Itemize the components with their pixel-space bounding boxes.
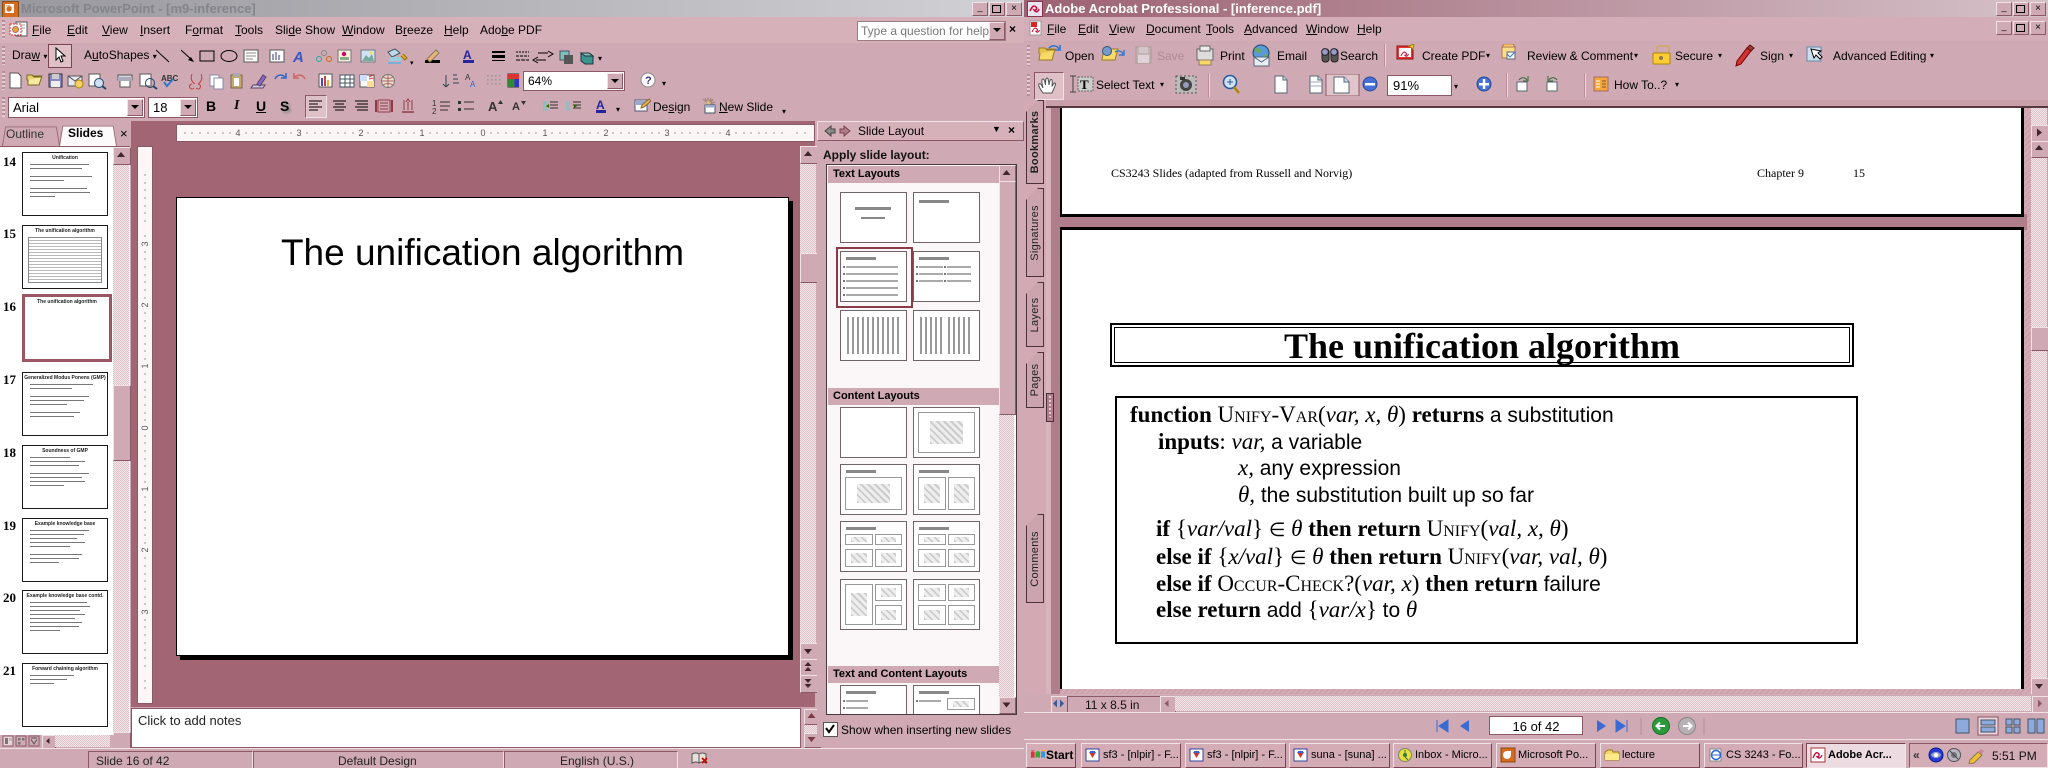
svg-text:2: 2 [358,128,363,138]
svg-text:?: ? [645,75,652,87]
svg-text:2: 2 [432,107,437,116]
svg-text:A: A [488,99,498,114]
svg-text:2: 2 [140,547,150,552]
svg-text:3: 3 [664,128,669,138]
svg-text:1: 1 [140,363,150,368]
svg-text:2: 2 [140,302,150,307]
svg-text:3: 3 [140,241,150,246]
svg-text:A: A [463,48,472,62]
svg-text:1: 1 [542,128,547,138]
svg-text:0: 0 [480,128,485,138]
svg-text:1: 1 [140,486,150,491]
svg-text:3: 3 [140,609,150,614]
svg-text:T: T [1080,77,1089,92]
svg-text:2: 2 [603,128,608,138]
svg-text:A: A [470,80,476,89]
svg-text:0: 0 [140,425,150,430]
svg-text:A: A [292,49,304,65]
svg-text:A: A [512,101,520,113]
svg-text:A: A [596,98,605,112]
svg-text:3: 3 [296,128,301,138]
svg-text:4: 4 [235,128,240,138]
svg-text:4: 4 [725,128,730,138]
svg-text:1: 1 [419,128,424,138]
